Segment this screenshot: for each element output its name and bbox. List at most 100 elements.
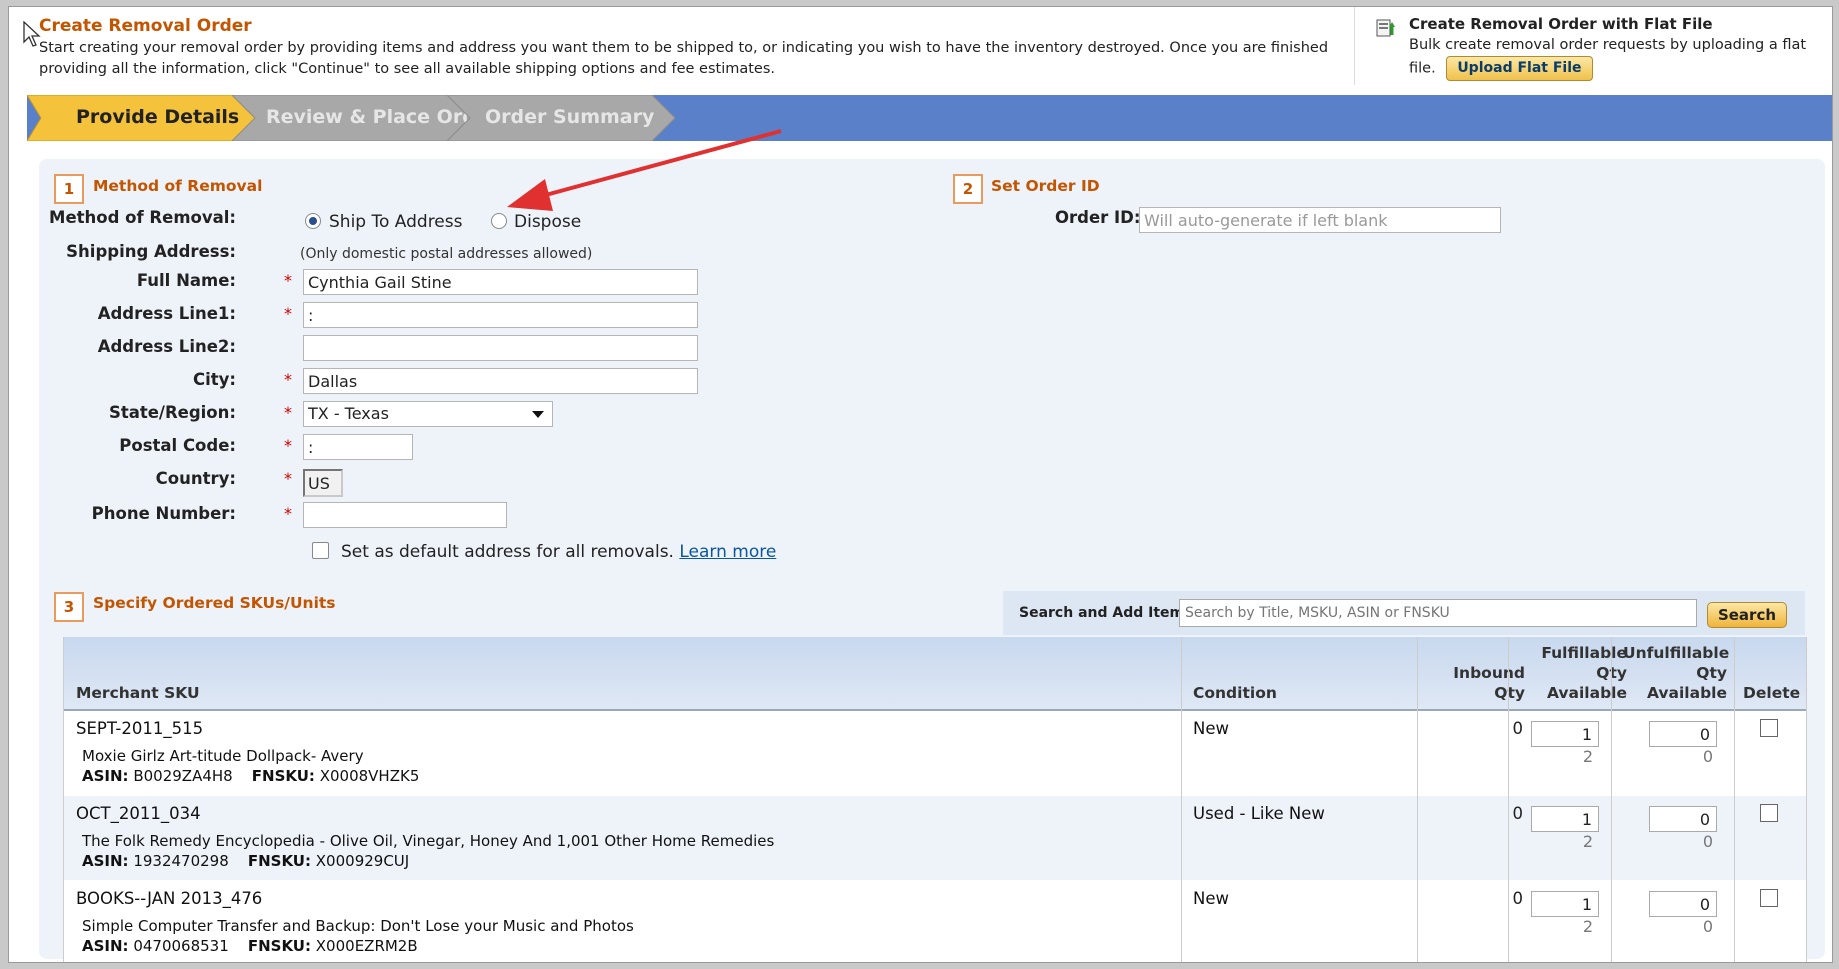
ship-to-address-label[interactable]: Ship To Address: [329, 212, 463, 232]
column-divider: [63, 637, 64, 962]
required-mark: *: [284, 370, 292, 389]
required-mark: *: [284, 504, 292, 523]
required-mark: *: [284, 304, 292, 323]
delete-row-checkbox[interactable]: [1760, 719, 1778, 737]
state-region-label: State/Region:: [108, 403, 236, 422]
section-title-order-id: Set Order ID: [991, 177, 1100, 195]
row-sku: BOOKS--JAN 2013_476: [76, 889, 263, 908]
sku-table-header: Merchant SKU Condition Inbound Qty Fulfi…: [63, 637, 1807, 711]
fulfillable-qty-input[interactable]: 1: [1531, 721, 1599, 747]
unfulfillable-qty-input[interactable]: 0: [1649, 721, 1717, 747]
unfulfillable-qty-input[interactable]: 0: [1649, 891, 1717, 917]
row-ids: ASIN: B0029ZA4H8 FNSKU: X0008VHZK5: [82, 767, 419, 785]
ship-to-address-radio[interactable]: [305, 213, 321, 229]
state-region-value: TX - Texas: [308, 404, 389, 423]
search-button[interactable]: Search: [1707, 602, 1787, 628]
col-condition: Condition: [1193, 684, 1277, 702]
row-fnsku: X0008VHZK5: [319, 767, 420, 785]
phone-number-input[interactable]: [303, 502, 507, 528]
row-condition: New: [1193, 889, 1229, 908]
unfulfillable-qty-input[interactable]: 0: [1649, 806, 1717, 832]
default-address-text: Set as default address for all removals.…: [341, 542, 776, 562]
postal-code-input[interactable]: [303, 434, 413, 460]
row-product-title: Simple Computer Transfer and Backup: Don…: [82, 917, 634, 935]
unfulfillable-available: 0: [1702, 917, 1713, 936]
unfulfillable-available: 0: [1702, 747, 1713, 766]
row-ids: ASIN: 1932470298 FNSKU: X000929CUJ: [82, 852, 409, 870]
col-merchant-sku: Merchant SKU: [76, 684, 200, 702]
flat-file-panel: Create Removal Order with Flat File Bulk…: [1354, 7, 1832, 85]
dispose-label[interactable]: Dispose: [514, 212, 581, 232]
city-input[interactable]: [303, 368, 698, 394]
postal-code-label: Postal Code:: [119, 436, 236, 455]
upload-flat-file-button[interactable]: Upload Flat File: [1446, 56, 1593, 81]
page-frame: Create Removal Order Start creating your…: [8, 6, 1833, 963]
required-mark: *: [284, 436, 292, 455]
shipping-address-label: Shipping Address:: [66, 242, 236, 261]
table-row: SEPT-2011_515 Moxie Girlz Art-titude Dol…: [63, 711, 1807, 795]
learn-more-link[interactable]: Learn more: [679, 542, 776, 562]
required-mark: *: [284, 403, 292, 422]
dispose-radio[interactable]: [491, 213, 507, 229]
col-fulfillable-line2: Qty: [1535, 663, 1627, 683]
shipping-note: (Only domestic postal addresses allowed): [300, 246, 593, 262]
annotation-arrow-icon: [507, 129, 782, 211]
row-inbound-qty: 0: [1512, 719, 1524, 738]
col-unfulfillable-line3: Available: [1646, 684, 1727, 702]
order-id-label: Order ID:: [1055, 208, 1141, 227]
fulfillable-available: 2: [1582, 832, 1593, 851]
column-divider: [1508, 637, 1509, 962]
col-unfulfillable-qty: Unfulfillable Qty Available: [1623, 643, 1730, 703]
fnsku-label: FNSKU:: [251, 767, 315, 785]
row-ids: ASIN: 0470068531 FNSKU: X000EZRM2B: [82, 937, 418, 955]
delete-row-checkbox[interactable]: [1760, 889, 1778, 907]
city-label: City:: [192, 370, 236, 389]
fulfillable-qty-input[interactable]: 1: [1531, 806, 1599, 832]
col-unfulfillable-line1: Unfulfillable: [1623, 644, 1730, 662]
row-condition: Used - Like New: [1193, 804, 1325, 823]
fulfillable-available: 2: [1582, 917, 1593, 936]
flat-file-title: Create Removal Order with Flat File: [1409, 15, 1713, 33]
section-number-1: 1: [54, 174, 84, 204]
fulfillable-qty-input[interactable]: 1: [1531, 891, 1599, 917]
order-id-input[interactable]: [1139, 207, 1501, 233]
column-divider: [1417, 637, 1418, 962]
required-mark: *: [284, 469, 292, 488]
row-asin: B0029ZA4H8: [133, 767, 233, 785]
phone-number-label: Phone Number:: [91, 504, 236, 523]
full-name-input[interactable]: [303, 269, 698, 295]
address-line2-label: Address Line2:: [97, 337, 236, 356]
row-fnsku: X000EZRM2B: [315, 937, 418, 955]
row-asin: 0470068531: [133, 937, 229, 955]
section-title-method: Method of Removal: [93, 177, 263, 195]
search-add-items-label: Search and Add Items:: [1019, 605, 1199, 621]
table-row: BOOKS--JAN 2013_476 Simple Computer Tran…: [63, 881, 1807, 962]
country-field: US: [303, 469, 343, 497]
address-line2-input[interactable]: [303, 335, 698, 361]
step-provide-details[interactable]: Provide Details: [27, 95, 257, 141]
method-of-removal-label: Method of Removal:: [49, 208, 236, 227]
search-items-input[interactable]: [1179, 599, 1697, 627]
default-address-label: Set as default address for all removals.: [341, 542, 674, 562]
required-mark: *: [284, 271, 292, 290]
table-row: OCT_2011_034 The Folk Remedy Encyclopedi…: [63, 796, 1807, 880]
delete-row-checkbox[interactable]: [1760, 804, 1778, 822]
column-divider: [1734, 637, 1735, 962]
step-review-place-order[interactable]: Review & Place Order: [232, 95, 498, 141]
column-divider: [1181, 637, 1182, 962]
section-title-skus: Specify Ordered SKUs/Units: [93, 594, 336, 612]
asin-label: ASIN:: [82, 937, 129, 955]
asin-label: ASIN:: [82, 852, 129, 870]
col-fulfillable-qty: Fulfillable Qty Available: [1535, 643, 1627, 703]
section-number-2: 2: [953, 174, 983, 204]
col-delete: Delete: [1743, 684, 1801, 702]
default-address-checkbox[interactable]: [312, 542, 329, 559]
address-line1-input[interactable]: [303, 302, 698, 328]
col-inbound-line2: Qty: [1494, 684, 1525, 702]
unfulfillable-available: 0: [1702, 832, 1713, 851]
fulfillable-available: 2: [1582, 747, 1593, 766]
row-inbound-qty: 0: [1512, 889, 1524, 908]
page-header: Create Removal Order Start creating your…: [9, 7, 1832, 93]
col-unfulfillable-line2: Qty: [1696, 664, 1727, 682]
state-region-select[interactable]: TX - Texas: [303, 401, 553, 427]
